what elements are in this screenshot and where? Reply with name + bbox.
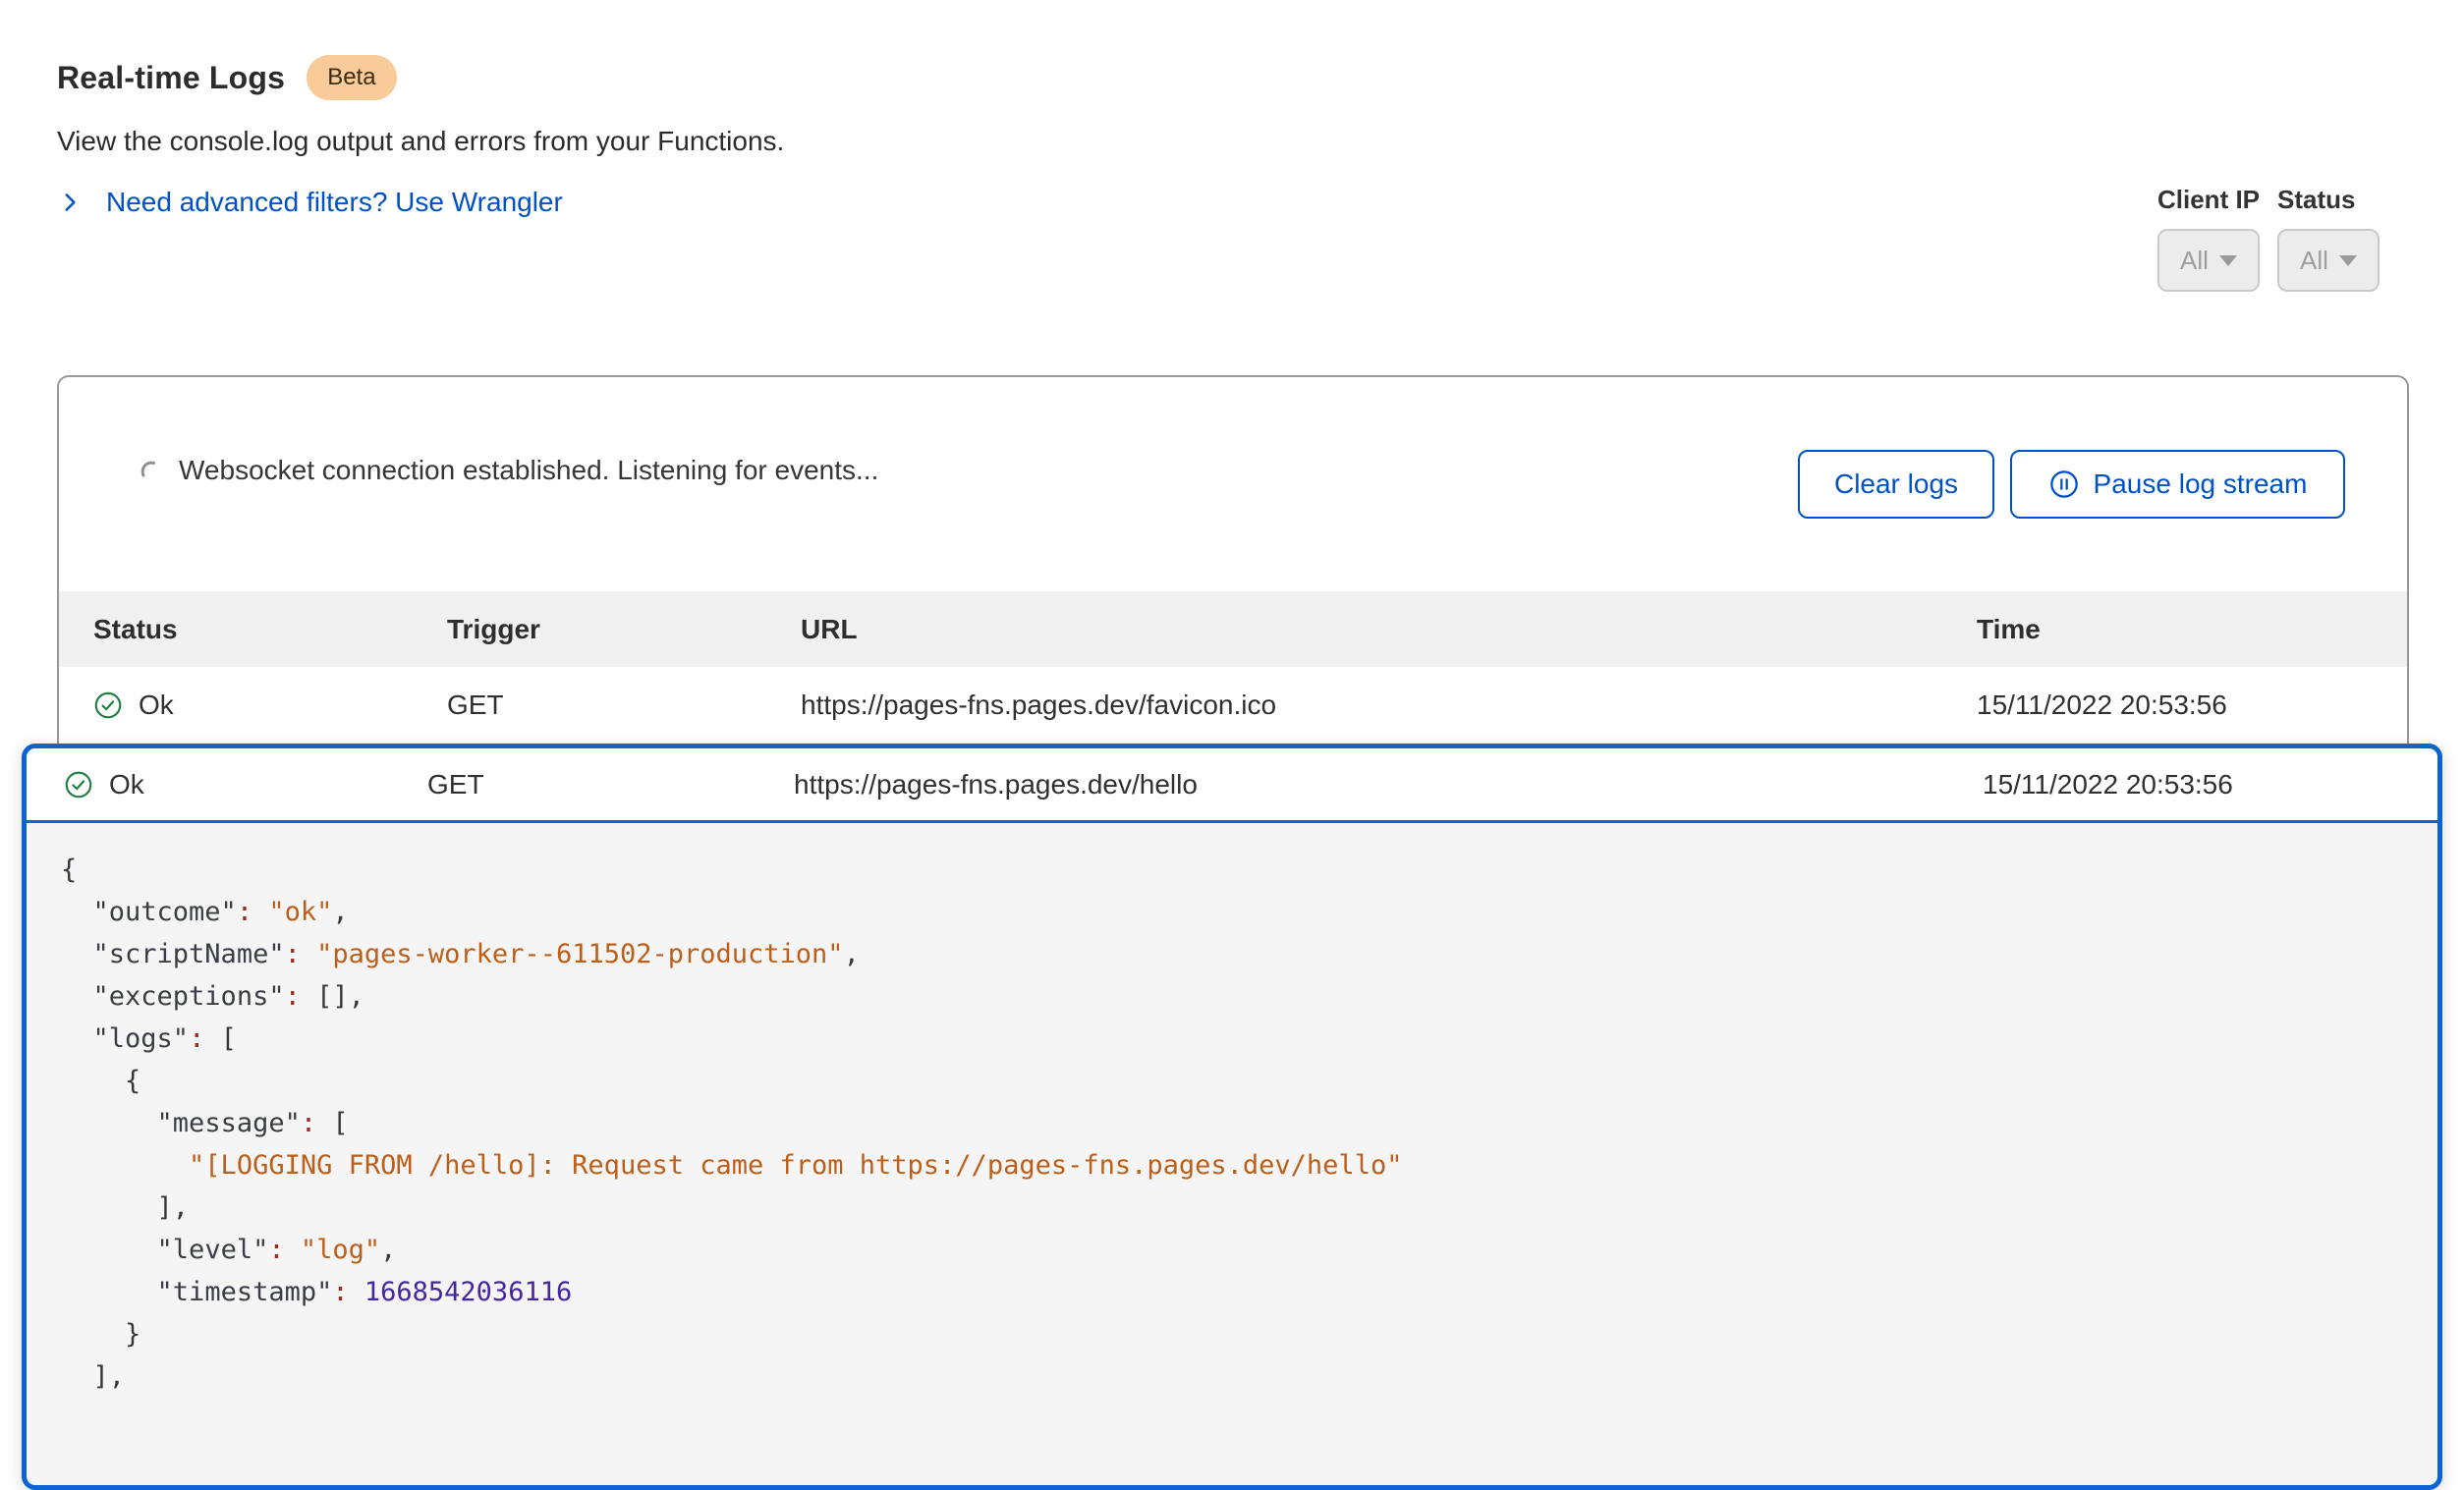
table-row[interactable]: Ok GET https://pages-fns.pages.dev/favic… (59, 667, 2407, 744)
status-label: Status (2277, 185, 2380, 215)
wrangler-link-label: Need advanced filters? Use Wrangler (106, 187, 563, 218)
trigger-cell: GET (447, 690, 801, 721)
time-cell: 15/11/2022 20:53:56 (1977, 690, 2407, 721)
client-ip-label: Client IP (2157, 185, 2260, 215)
trigger-cell: GET (427, 769, 794, 800)
url-cell: https://pages-fns.pages.dev/favicon.ico (801, 690, 1977, 721)
client-ip-filter-group: Client IP All (2157, 185, 2260, 292)
wrangler-link[interactable]: Need advanced filters? Use Wrangler (57, 187, 563, 218)
client-ip-dropdown[interactable]: All (2157, 229, 2260, 292)
pause-circle-icon (2048, 469, 2080, 500)
status-dropdown[interactable]: All (2277, 229, 2380, 292)
pause-log-stream-button[interactable]: Pause log stream (2010, 450, 2345, 519)
status-value: Ok (109, 769, 144, 800)
time-cell: 15/11/2022 20:53:56 (1983, 769, 2437, 800)
column-header-time: Time (1977, 614, 2407, 645)
page-subtitle: View the console.log output and errors f… (57, 126, 784, 157)
column-header-trigger: Trigger (447, 614, 801, 645)
page-header: Real-time Logs Beta (57, 55, 397, 100)
status-cell: Ok (93, 690, 447, 721)
table-row-expanded[interactable]: Ok GET https://pages-fns.pages.dev/hello… (27, 748, 2437, 823)
chevron-right-icon (57, 190, 83, 215)
url-cell: https://pages-fns.pages.dev/hello (794, 769, 1983, 800)
caret-down-icon (2339, 255, 2357, 266)
websocket-status-row: Websocket connection established. Listen… (138, 455, 878, 486)
status-value: Ok (139, 690, 174, 721)
table-header: Status Trigger URL Time (59, 591, 2407, 667)
websocket-status-message: Websocket connection established. Listen… (179, 455, 878, 486)
column-header-status: Status (93, 614, 447, 645)
check-circle-icon (93, 690, 123, 720)
caret-down-icon (2219, 255, 2237, 266)
expanded-log-entry: Ok GET https://pages-fns.pages.dev/hello… (22, 744, 2442, 1490)
check-circle-icon (64, 770, 93, 800)
status-cell: Ok (64, 769, 427, 800)
status-value: All (2300, 246, 2328, 276)
page-title: Real-time Logs (57, 60, 285, 96)
log-json: { "outcome": "ok", "scriptName": "pages-… (27, 823, 2437, 1398)
column-header-url: URL (801, 614, 1977, 645)
clear-logs-button[interactable]: Clear logs (1798, 450, 1994, 519)
beta-badge: Beta (307, 55, 396, 100)
status-filter-group: Status All (2277, 185, 2380, 292)
client-ip-value: All (2180, 246, 2209, 276)
spinner-icon (138, 459, 161, 482)
